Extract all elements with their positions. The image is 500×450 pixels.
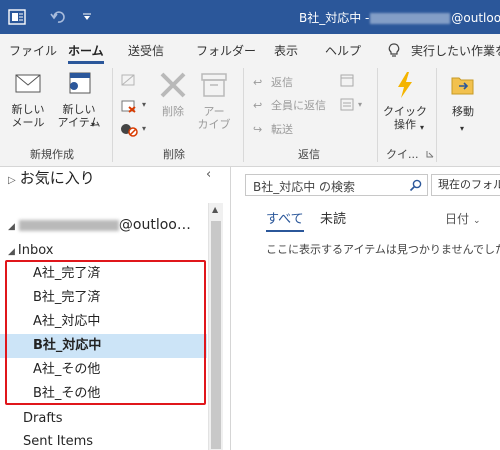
- message-list-pane: B社_対応中 の検索 現在のフォルダー すべて 未読 日付⌄ ここに表示するアイ…: [231, 167, 500, 450]
- group-delete-label: 削除: [163, 148, 185, 161]
- archive-button[interactable]: アー カイブ: [196, 70, 232, 131]
- search-box[interactable]: B社_対応中 の検索: [245, 174, 428, 196]
- group-respond-label: 返信: [298, 148, 320, 161]
- tab-home[interactable]: ホーム: [68, 42, 104, 64]
- dialog-launcher-icon[interactable]: [426, 150, 434, 158]
- archive-box-icon: [201, 73, 227, 97]
- ignore-icon[interactable]: [119, 72, 137, 88]
- scroll-up-icon[interactable]: ▲: [212, 205, 218, 214]
- move-button[interactable]: 移動 ▾: [443, 70, 483, 133]
- forward-icon: ↪: [253, 123, 263, 136]
- delete-label: 削除: [162, 105, 184, 118]
- delete-button[interactable]: 削除: [156, 70, 190, 118]
- new-items-button[interactable]: 新しい アイテム ▾: [53, 70, 105, 129]
- im-icon[interactable]: [340, 98, 356, 112]
- sent-items-folder[interactable]: Sent Items: [23, 434, 93, 449]
- tab-folder[interactable]: フォルダー: [196, 42, 256, 59]
- inbox-folder[interactable]: ◢ Inbox: [8, 243, 54, 258]
- customize-quick-access-icon[interactable]: [82, 13, 92, 21]
- title-bar: B社_対応中 -@outlook: [0, 0, 500, 34]
- group-quick-label: クイ...: [386, 148, 419, 161]
- empty-list-message: ここに表示するアイテムは見つかりませんでした。: [266, 243, 500, 256]
- new-mail-button[interactable]: 新しい メール: [8, 70, 48, 129]
- ribbon-tabs: ファイル ホーム 送受信 フォルダー 表示 ヘルプ 実行したい作業を: [0, 34, 500, 64]
- meeting-icon[interactable]: [340, 74, 356, 88]
- lightning-icon: [398, 72, 412, 98]
- group-separator: [436, 68, 437, 162]
- cleanup-icon[interactable]: [119, 98, 141, 114]
- reply-icon: ↩: [253, 76, 263, 89]
- active-filter-underline: [266, 230, 304, 232]
- redacted-account: [370, 13, 451, 24]
- redacted-account-name: [18, 219, 119, 231]
- quick-steps-dropdown-icon: ▾: [420, 123, 425, 132]
- drafts-folder[interactable]: Drafts: [23, 411, 63, 426]
- move-label: 移動: [452, 105, 474, 118]
- search-scope-dropdown[interactable]: 現在のフォルダー: [431, 174, 500, 196]
- ribbon: 新しい メール 新しい アイテム ▾ 新規作成 ▾ ▾ 削除 アー カイブ 削除…: [0, 64, 500, 167]
- move-folder-icon: [451, 77, 474, 95]
- move-dropdown-icon: ▾: [460, 124, 465, 133]
- highlight-box: [5, 260, 206, 405]
- new-mail-label: 新しい メール: [11, 103, 45, 129]
- collapse-arrow-icon: ◢: [8, 247, 15, 257]
- outlook-app-icon[interactable]: [8, 8, 26, 26]
- junk-dropdown-icon: ▾: [142, 124, 147, 133]
- group-separator: [243, 68, 244, 162]
- new-items-icon: [69, 72, 91, 94]
- favorites-header[interactable]: ▷ お気に入り: [8, 167, 95, 188]
- filter-all-tab[interactable]: すべて: [266, 208, 304, 227]
- reply-button[interactable]: ↩ 返信: [253, 74, 293, 90]
- tab-send-receive[interactable]: 送受信: [128, 42, 164, 59]
- lightbulb-icon: [388, 43, 400, 57]
- new-items-dropdown-icon: ▾: [91, 120, 96, 129]
- chevron-down-icon: ⌄: [473, 216, 481, 226]
- window-title: B社_対応中 -@outlook: [299, 11, 500, 25]
- cleanup-dropdown-icon: ▾: [142, 100, 147, 109]
- search-icon[interactable]: [409, 179, 422, 192]
- group-separator: [112, 68, 113, 162]
- collapse-arrow-icon: ◢: [8, 222, 15, 232]
- account-header[interactable]: ◢ @outloo…: [8, 217, 191, 233]
- quick-steps-button[interactable]: クイック 操作 ▾: [383, 70, 427, 132]
- group-separator: [377, 68, 378, 162]
- reply-all-icon: ↩: [253, 99, 263, 112]
- tab-help[interactable]: ヘルプ: [325, 42, 361, 59]
- folder-scrollbar[interactable]: ▲: [208, 203, 223, 450]
- search-placeholder: B社_対応中 の検索: [253, 180, 356, 194]
- more-respond-dropdown-icon: ▾: [358, 100, 363, 109]
- delete-x-icon: [160, 72, 186, 98]
- undo-icon[interactable]: [49, 8, 67, 26]
- expand-arrow-icon: ▷: [8, 175, 16, 186]
- sort-by-date-dropdown[interactable]: 日付 ⌄: [445, 210, 481, 227]
- new-items-label: 新しい アイテム: [57, 103, 101, 129]
- tell-me-search[interactable]: 実行したい作業を: [411, 42, 500, 59]
- collapse-pane-icon[interactable]: ‹: [206, 167, 211, 182]
- tab-view[interactable]: 表示: [274, 42, 298, 59]
- forward-button[interactable]: ↪ 転送: [253, 121, 293, 137]
- tab-file[interactable]: ファイル: [9, 42, 57, 59]
- junk-icon[interactable]: [119, 122, 141, 138]
- new-mail-icon: [15, 74, 41, 93]
- group-new-label: 新規作成: [30, 148, 74, 161]
- archive-label: アー カイブ: [197, 105, 231, 131]
- filter-unread-tab[interactable]: 未読: [320, 208, 346, 227]
- reply-all-button[interactable]: ↩ 全員に返信: [253, 97, 326, 113]
- scrollbar-thumb[interactable]: [211, 221, 221, 449]
